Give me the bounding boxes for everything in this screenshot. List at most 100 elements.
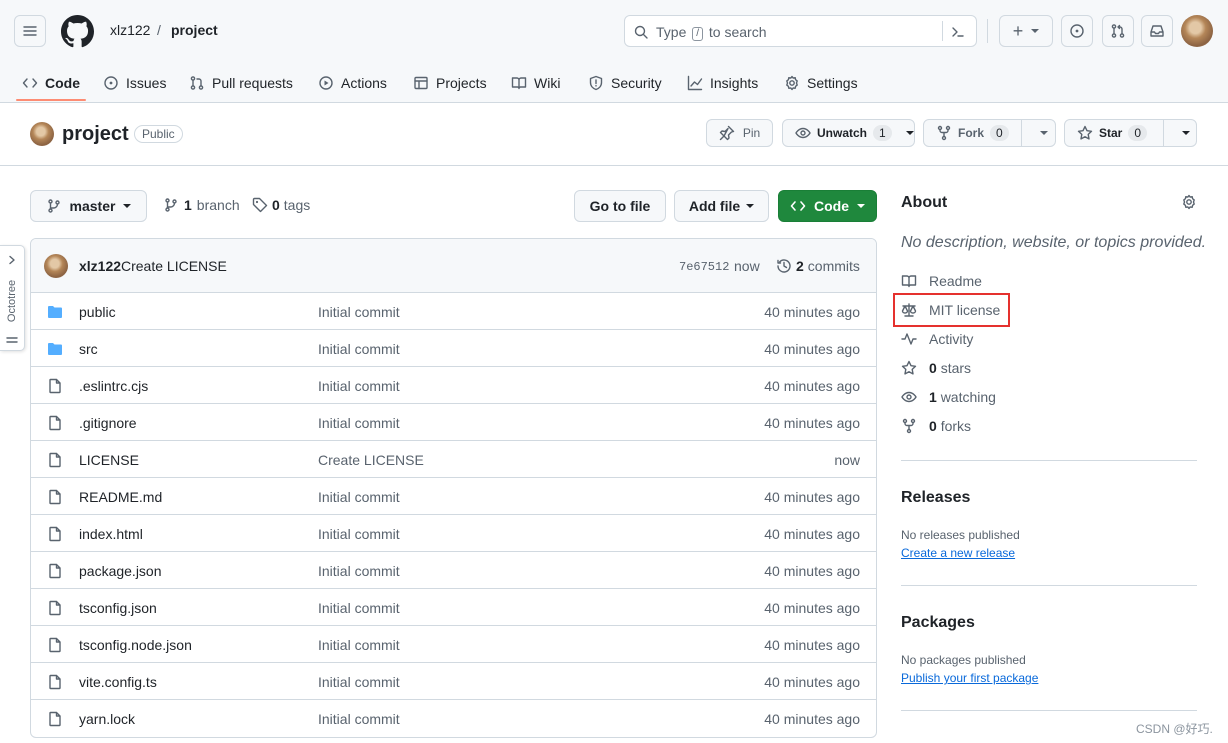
file-commit-message[interactable]: Initial commit bbox=[318, 304, 400, 320]
file-icon bbox=[49, 711, 61, 727]
packages-title[interactable]: Packages bbox=[901, 614, 975, 632]
menu-button[interactable] bbox=[14, 15, 46, 47]
file-commit-message[interactable]: Initial commit bbox=[318, 526, 400, 542]
branch-select-button[interactable]: master bbox=[30, 190, 147, 222]
tags-link[interactable]: 0 tags bbox=[252, 197, 310, 213]
tab-code[interactable]: Code bbox=[22, 64, 80, 102]
watching-link[interactable]: 1 watching bbox=[901, 389, 996, 405]
file-row[interactable]: package.json Initial commit 40 minutes ago bbox=[31, 552, 876, 589]
file-row[interactable]: public Initial commit 40 minutes ago bbox=[31, 293, 876, 330]
file-age: 40 minutes ago bbox=[764, 341, 860, 357]
file-name[interactable]: tsconfig.node.json bbox=[79, 637, 192, 653]
file-commit-message[interactable]: Initial commit bbox=[318, 674, 400, 690]
file-name[interactable]: index.html bbox=[79, 526, 143, 542]
gear-icon[interactable] bbox=[1181, 194, 1197, 210]
file-age: 40 minutes ago bbox=[764, 415, 860, 431]
shield-icon bbox=[589, 75, 603, 91]
commit-sha[interactable]: 7e67512 bbox=[679, 260, 729, 274]
branches-link[interactable]: 1 branch bbox=[163, 197, 240, 213]
octotree-toggle[interactable]: Octotree bbox=[0, 245, 25, 351]
commit-message[interactable]: Create LICENSE bbox=[121, 258, 227, 274]
file-commit-message[interactable]: Initial commit bbox=[318, 415, 400, 431]
go-to-file-button[interactable]: Go to file bbox=[574, 190, 666, 222]
publish-package-link[interactable]: Publish your first package bbox=[901, 671, 1038, 685]
license-link[interactable]: MIT license bbox=[901, 302, 1000, 318]
watch-count: 1 bbox=[873, 125, 892, 141]
file-icon bbox=[49, 526, 61, 542]
commit-author-avatar[interactable] bbox=[44, 254, 68, 278]
fork-button[interactable]: Fork 0 bbox=[923, 119, 1056, 147]
file-commit-message[interactable]: Initial commit bbox=[318, 711, 400, 727]
forks-link[interactable]: 0 forks bbox=[901, 418, 971, 434]
file-commit-message[interactable]: Initial commit bbox=[318, 600, 400, 616]
releases-title[interactable]: Releases bbox=[901, 489, 970, 507]
file-commit-message[interactable]: Initial commit bbox=[318, 341, 400, 357]
file-name[interactable]: package.json bbox=[79, 563, 162, 579]
table-icon bbox=[414, 76, 428, 90]
tab-insights[interactable]: Insights bbox=[687, 64, 758, 102]
issues-button[interactable] bbox=[1061, 15, 1093, 47]
file-row[interactable]: index.html Initial commit 40 minutes ago bbox=[31, 515, 876, 552]
github-logo-icon[interactable] bbox=[61, 15, 94, 48]
file-row[interactable]: yarn.lock Initial commit 40 minutes ago bbox=[31, 700, 876, 737]
file-commit-message[interactable]: Initial commit bbox=[318, 489, 400, 505]
tab-issues[interactable]: Issues bbox=[103, 64, 166, 102]
file-table: xlz122 Create LICENSE 7e67512 now 2 commi… bbox=[30, 238, 877, 738]
star-button[interactable]: Star 0 bbox=[1064, 119, 1197, 147]
file-name[interactable]: LICENSE bbox=[79, 452, 139, 468]
file-row[interactable]: src Initial commit 40 minutes ago bbox=[31, 330, 876, 367]
pull-requests-button[interactable] bbox=[1102, 15, 1134, 47]
activity-link[interactable]: Activity bbox=[901, 331, 973, 347]
file-commit-message[interactable]: Create LICENSE bbox=[318, 452, 424, 468]
file-name[interactable]: .gitignore bbox=[79, 415, 137, 431]
add-file-button[interactable]: Add file bbox=[674, 190, 769, 222]
file-row[interactable]: vite.config.ts Initial commit 40 minutes a… bbox=[31, 663, 876, 700]
file-name[interactable]: README.md bbox=[79, 489, 162, 505]
code-button[interactable]: Code bbox=[778, 190, 877, 222]
commits-link[interactable]: 2 commits bbox=[776, 258, 860, 274]
create-release-link[interactable]: Create a new release bbox=[901, 546, 1015, 560]
file-commit-message[interactable]: Initial commit bbox=[318, 563, 400, 579]
play-icon bbox=[319, 76, 333, 90]
file-row[interactable]: .gitignore Initial commit 40 minutes ago bbox=[31, 404, 876, 441]
file-name[interactable]: .eslintrc.cjs bbox=[79, 378, 148, 394]
owner-avatar[interactable] bbox=[30, 122, 54, 146]
tab-projects[interactable]: Projects bbox=[413, 64, 487, 102]
inbox-button[interactable] bbox=[1141, 15, 1173, 47]
file-name[interactable]: src bbox=[79, 341, 98, 357]
chevron-down-icon bbox=[1182, 131, 1191, 135]
create-new-button[interactable]: + bbox=[999, 15, 1053, 47]
tab-wiki[interactable]: Wiki bbox=[511, 64, 560, 102]
repo-title[interactable]: project bbox=[62, 123, 129, 146]
command-palette-icon[interactable] bbox=[950, 24, 966, 40]
file-commit-message[interactable]: Initial commit bbox=[318, 637, 400, 653]
tab-actions[interactable]: Actions bbox=[318, 64, 387, 102]
file-commit-message[interactable]: Initial commit bbox=[318, 378, 400, 394]
tab-settings[interactable]: Settings bbox=[784, 64, 858, 102]
unwatch-button[interactable]: Unwatch 1 bbox=[782, 119, 915, 147]
breadcrumb-separator: / bbox=[157, 22, 161, 38]
file-name[interactable]: vite.config.ts bbox=[79, 674, 157, 690]
file-name[interactable]: yarn.lock bbox=[79, 711, 135, 727]
commit-author[interactable]: xlz122 bbox=[79, 258, 121, 274]
tab-pull-requests[interactable]: Pull requests bbox=[189, 64, 293, 102]
file-name[interactable]: tsconfig.json bbox=[79, 600, 157, 616]
fork-count: 0 bbox=[990, 125, 1009, 141]
file-row[interactable]: .eslintrc.cjs Initial commit 40 minutes ag… bbox=[31, 367, 876, 404]
file-name[interactable]: public bbox=[79, 304, 116, 320]
tab-security[interactable]: Security bbox=[588, 64, 662, 102]
pin-button[interactable]: Pin bbox=[706, 119, 773, 147]
search-input[interactable]: Type / to search bbox=[624, 15, 977, 47]
file-age: 40 minutes ago bbox=[764, 489, 860, 505]
visibility-badge: Public bbox=[134, 125, 183, 143]
readme-link[interactable]: Readme bbox=[901, 273, 982, 289]
file-row[interactable]: tsconfig.json Initial commit 40 minutes ag… bbox=[31, 589, 876, 626]
chevron-down-icon bbox=[746, 204, 755, 208]
user-avatar[interactable] bbox=[1181, 15, 1213, 47]
file-row[interactable]: LICENSE Create LICENSE now bbox=[31, 441, 876, 478]
file-row[interactable]: README.md Initial commit 40 minutes ago bbox=[31, 478, 876, 515]
file-row[interactable]: tsconfig.node.json Initial commit 40 minut… bbox=[31, 626, 876, 663]
stars-link[interactable]: 0 stars bbox=[901, 360, 971, 376]
breadcrumb-repo[interactable]: project bbox=[171, 22, 218, 38]
breadcrumb-owner[interactable]: xlz122 bbox=[110, 22, 150, 38]
